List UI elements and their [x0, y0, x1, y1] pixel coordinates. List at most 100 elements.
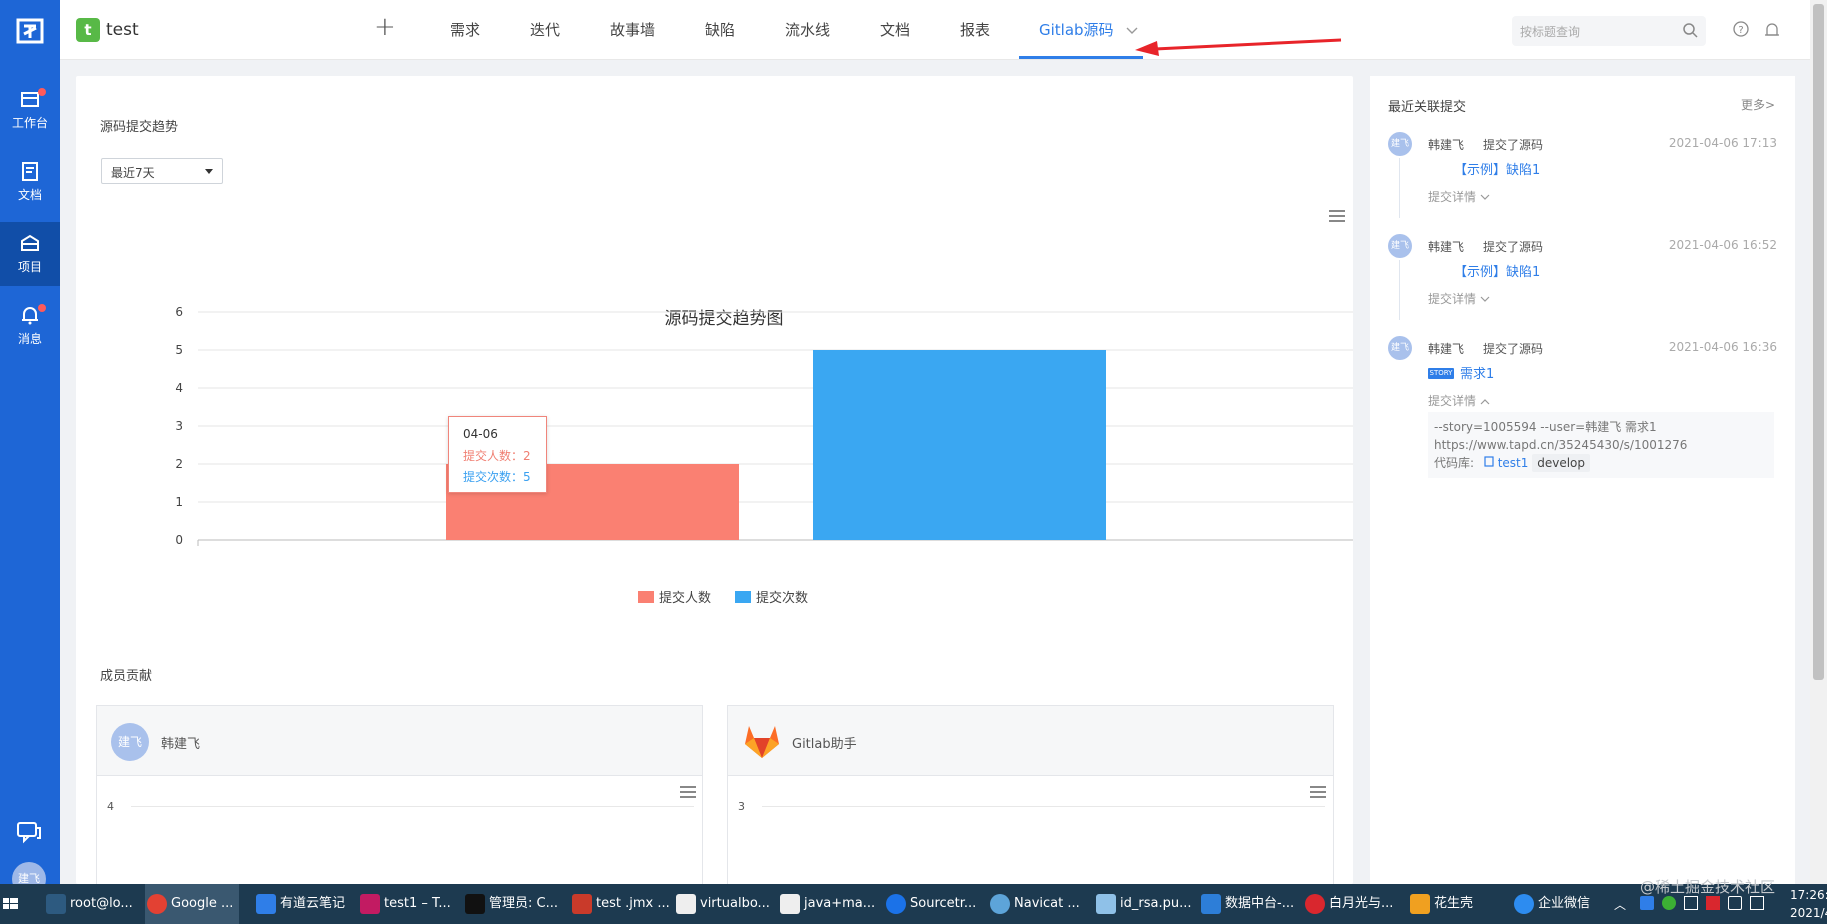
- volume-icon[interactable]: [1728, 896, 1742, 910]
- commit-message: --story=1005594 --user=韩建飞 需求1: [1434, 420, 1657, 434]
- tray-window-icon[interactable]: [1684, 896, 1698, 910]
- legend-label: 提交人数: [659, 591, 712, 606]
- search-icon[interactable]: [1682, 22, 1698, 38]
- activity-user[interactable]: 韩建飞: [1428, 238, 1464, 255]
- notepad-icon: [1096, 894, 1116, 914]
- member-card: Gitlab助手 3: [727, 705, 1334, 885]
- add-icon[interactable]: +: [374, 12, 396, 42]
- rail-item-project[interactable]: 项目: [0, 222, 60, 286]
- activity-time: 2021-04-06 16:36: [1668, 340, 1777, 354]
- taskbar-app-label: 管理员: C...: [489, 896, 558, 911]
- tab-stories[interactable]: 需求: [450, 19, 480, 40]
- tray-expand-icon[interactable]: ︿: [1614, 896, 1626, 913]
- taskbar-app-netease-music[interactable]: 白月光与...: [1303, 884, 1393, 924]
- taskbar-app-notepad[interactable]: id_rsa.pu...: [1094, 884, 1191, 924]
- search-placeholder: 按标题查询: [1520, 25, 1581, 39]
- commit-detail-toggle[interactable]: 提交详情: [1428, 290, 1490, 307]
- date-range-value: 最近7天: [111, 166, 155, 180]
- taskbar-app-label: 有道云笔记: [280, 896, 346, 911]
- member-chart-menu-icon[interactable]: [680, 786, 696, 801]
- taskbar-app-intellij[interactable]: test1 – T...: [358, 884, 451, 924]
- text-file-icon: [676, 894, 696, 914]
- taskbar-app-java[interactable]: java+ma...: [778, 884, 875, 924]
- help-icon[interactable]: ?: [1732, 20, 1750, 38]
- taskbar-app-cmd[interactable]: 管理员: C...: [463, 884, 558, 924]
- user-settings-icon[interactable]: [1763, 20, 1781, 38]
- member-card-header: Gitlab助手: [728, 706, 1333, 776]
- wechat-icon[interactable]: [1662, 896, 1676, 910]
- chart-y-tick-label: 5: [175, 343, 183, 357]
- commit-detail-toggle[interactable]: 提交详情: [1428, 392, 1490, 409]
- more-link[interactable]: 更多>: [1741, 96, 1775, 113]
- member-card-header: 建飞 韩建飞: [97, 706, 702, 776]
- chat-icon[interactable]: [16, 820, 42, 844]
- taskbar-app-label: Google ...: [171, 896, 234, 911]
- member-chart-menu-icon[interactable]: [1310, 786, 1326, 801]
- activity-link[interactable]: 【示例】缺陷1: [1454, 261, 1540, 280]
- tab-bugs[interactable]: 缺陷: [705, 19, 735, 40]
- tab-story-wall[interactable]: 故事墙: [610, 19, 655, 40]
- member-chart-y-label: 4: [107, 800, 114, 813]
- taskbar-app-data-platform[interactable]: 数据中台-...: [1199, 884, 1294, 924]
- gitlab-logo-icon: [745, 726, 779, 758]
- member-chart-y-label: 3: [738, 800, 745, 813]
- commit-detail-toggle[interactable]: 提交详情: [1428, 188, 1490, 205]
- tray-app-icon[interactable]: [1640, 896, 1654, 910]
- sourcetree-icon: [886, 894, 906, 914]
- date-range-select[interactable]: 最近7天: [101, 158, 223, 184]
- legend-item-committers[interactable]: 提交人数: [638, 587, 711, 606]
- repo-label: 代码库:: [1434, 456, 1475, 470]
- recent-commits-title: 最近关联提交: [1388, 100, 1467, 115]
- chart-y-tick-label: 0: [175, 533, 183, 546]
- page-scrollbar-thumb[interactable]: [1813, 4, 1824, 680]
- activity-link[interactable]: 需求1: [1460, 363, 1494, 382]
- tab-iterations[interactable]: 迭代: [530, 19, 560, 40]
- taskbar-app-label: test1 – T...: [384, 896, 451, 911]
- legend-item-commits[interactable]: 提交次数: [735, 587, 808, 606]
- rail-item-label: 项目: [17, 260, 42, 274]
- taskbar-app-virtualbox[interactable]: virtualbo...: [674, 884, 770, 924]
- rail-item-workbench[interactable]: 工作台: [0, 78, 60, 142]
- chart-grid: [197, 311, 1353, 546]
- tab-pipeline[interactable]: 流水线: [785, 19, 830, 40]
- taskbar-app-sourcetree[interactable]: Sourcetr...: [884, 884, 976, 924]
- rail-item-docs[interactable]: 文档: [0, 150, 60, 214]
- network-icon[interactable]: [1750, 896, 1764, 910]
- tab-reports[interactable]: 报表: [960, 19, 990, 40]
- system-clock[interactable]: 17:26: 2021/4: [1790, 886, 1827, 922]
- member-chart-gridline: [131, 806, 694, 807]
- project-name[interactable]: test: [106, 20, 139, 40]
- taskbar-app-wecom[interactable]: 企业微信: [1512, 884, 1590, 924]
- taskbar-app-terminal[interactable]: root@lo...: [44, 884, 133, 924]
- tab-docs[interactable]: 文档: [880, 19, 910, 40]
- annotation-arrow-icon: [1135, 38, 1342, 56]
- commit-url[interactable]: https://www.tapd.cn/35245430/s/1001276: [1434, 436, 1768, 454]
- activity-user[interactable]: 韩建飞: [1428, 136, 1464, 153]
- repo-name[interactable]: test1: [1498, 456, 1529, 470]
- tray-security-icon[interactable]: [1706, 896, 1720, 910]
- rail-item-label: 文档: [17, 188, 42, 202]
- tapd-logo-icon[interactable]: [14, 14, 46, 46]
- rail-item-messages[interactable]: 消息: [0, 294, 60, 358]
- taskbar-app-jmeter[interactable]: test .jmx ...: [570, 884, 670, 924]
- chart-bar-commits[interactable]: [813, 350, 1106, 540]
- taskbar-app-navicat[interactable]: Navicat ...: [988, 884, 1080, 924]
- rail-item-label: 工作台: [11, 116, 48, 130]
- windows-start-icon[interactable]: [0, 884, 22, 924]
- chart-y-tick-label: 4: [175, 381, 183, 395]
- tab-gitlab-source[interactable]: Gitlab源码: [1039, 19, 1138, 40]
- chart-y-axis: 0 1 2 3 4 5 6: [175, 305, 183, 546]
- activity-user[interactable]: 韩建飞: [1428, 340, 1464, 357]
- taskbar-app-youdao[interactable]: 有道云笔记: [254, 884, 345, 924]
- taskbar-app-chrome[interactable]: Google ...: [145, 884, 239, 924]
- taskbar-app-oray[interactable]: 花生壳: [1408, 884, 1473, 924]
- activity-link[interactable]: 【示例】缺陷1: [1454, 159, 1540, 178]
- clock-date: 2021/4: [1790, 906, 1827, 920]
- rail-item-label: 消息: [17, 332, 42, 346]
- search-input[interactable]: 按标题查询: [1512, 16, 1706, 46]
- taskbar-app-label: java+ma...: [804, 896, 876, 911]
- commit-detail-label: 提交详情: [1428, 394, 1477, 408]
- project-badge[interactable]: t: [76, 18, 100, 42]
- windows-taskbar: root@lo... Google ... 有道云笔记 test1 – T...…: [0, 884, 1827, 924]
- member-card: 建飞 韩建飞 4: [96, 705, 703, 885]
